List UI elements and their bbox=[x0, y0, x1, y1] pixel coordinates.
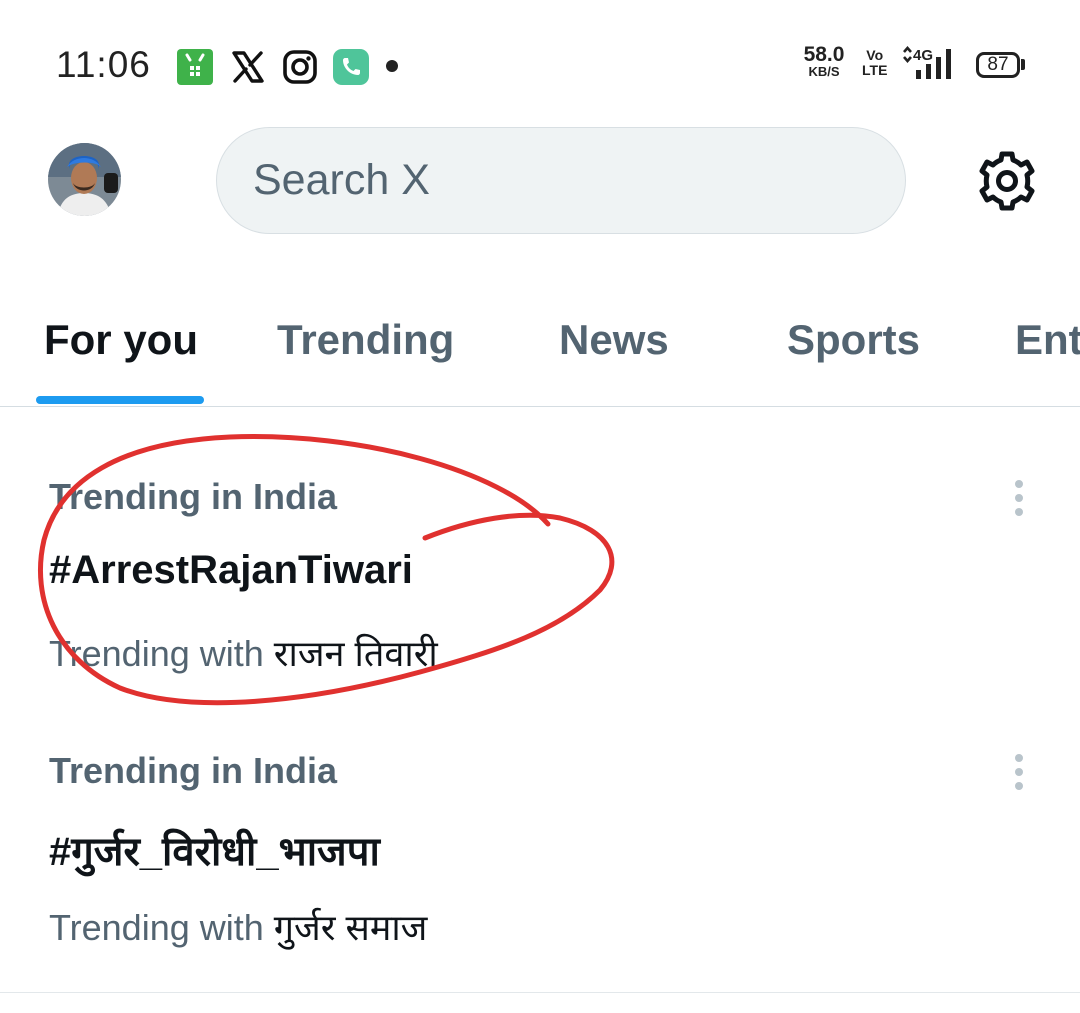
volte-indicator: Vo LTE bbox=[862, 47, 888, 78]
status-bar: 11:06 58.0 KB/S Vo LTE 4G 87 bbox=[0, 0, 1080, 120]
settings-gear-icon[interactable] bbox=[972, 148, 1042, 214]
more-options-icon[interactable] bbox=[1005, 752, 1035, 792]
trend-item[interactable]: Trending in India #ArrestRajanTiwari Tre… bbox=[0, 438, 1080, 708]
x-icon bbox=[232, 51, 264, 83]
trend-related: Trending with गुर्जर समाज bbox=[49, 907, 428, 948]
explore-tabs: For you Trending News Sports Ent bbox=[0, 300, 1080, 408]
list-divider bbox=[0, 992, 1080, 993]
trend-context: Trending in India bbox=[49, 750, 337, 791]
search-bar[interactable] bbox=[216, 127, 906, 234]
tab-trending[interactable]: Trending bbox=[277, 316, 454, 364]
more-notifications-dot bbox=[386, 60, 398, 72]
instagram-icon bbox=[283, 50, 317, 84]
tab-entertainment[interactable]: Ent bbox=[1015, 316, 1080, 364]
trend-context: Trending in India bbox=[49, 476, 337, 517]
trend-name: #ArrestRajanTiwari bbox=[49, 548, 413, 592]
tab-for-you[interactable]: For you bbox=[44, 316, 198, 364]
network-speed: 58.0 KB/S bbox=[803, 43, 845, 79]
tabs-divider bbox=[0, 406, 1080, 407]
tab-sports[interactable]: Sports bbox=[787, 316, 920, 364]
trend-related: Trending with राजन तिवारी bbox=[49, 633, 438, 674]
battery-level: 87 bbox=[987, 54, 1009, 75]
trend-item[interactable]: Trending in India #गुर्जर_विरोधी_भाजपा T… bbox=[0, 712, 1080, 982]
signal-icon: 4G bbox=[903, 46, 951, 79]
battery-tip bbox=[1021, 59, 1025, 70]
active-tab-indicator bbox=[36, 396, 204, 404]
tab-news[interactable]: News bbox=[559, 316, 669, 364]
network-type-label: 4G bbox=[913, 47, 933, 64]
trend-name: #गुर्जर_विरोधी_भाजपा bbox=[49, 830, 380, 874]
search-input[interactable] bbox=[253, 148, 853, 212]
profile-avatar[interactable] bbox=[48, 143, 121, 216]
status-time: 11:06 bbox=[56, 44, 151, 85]
more-options-icon[interactable] bbox=[1005, 478, 1035, 518]
app-store-icon bbox=[177, 49, 213, 85]
phone-icon bbox=[333, 49, 369, 85]
